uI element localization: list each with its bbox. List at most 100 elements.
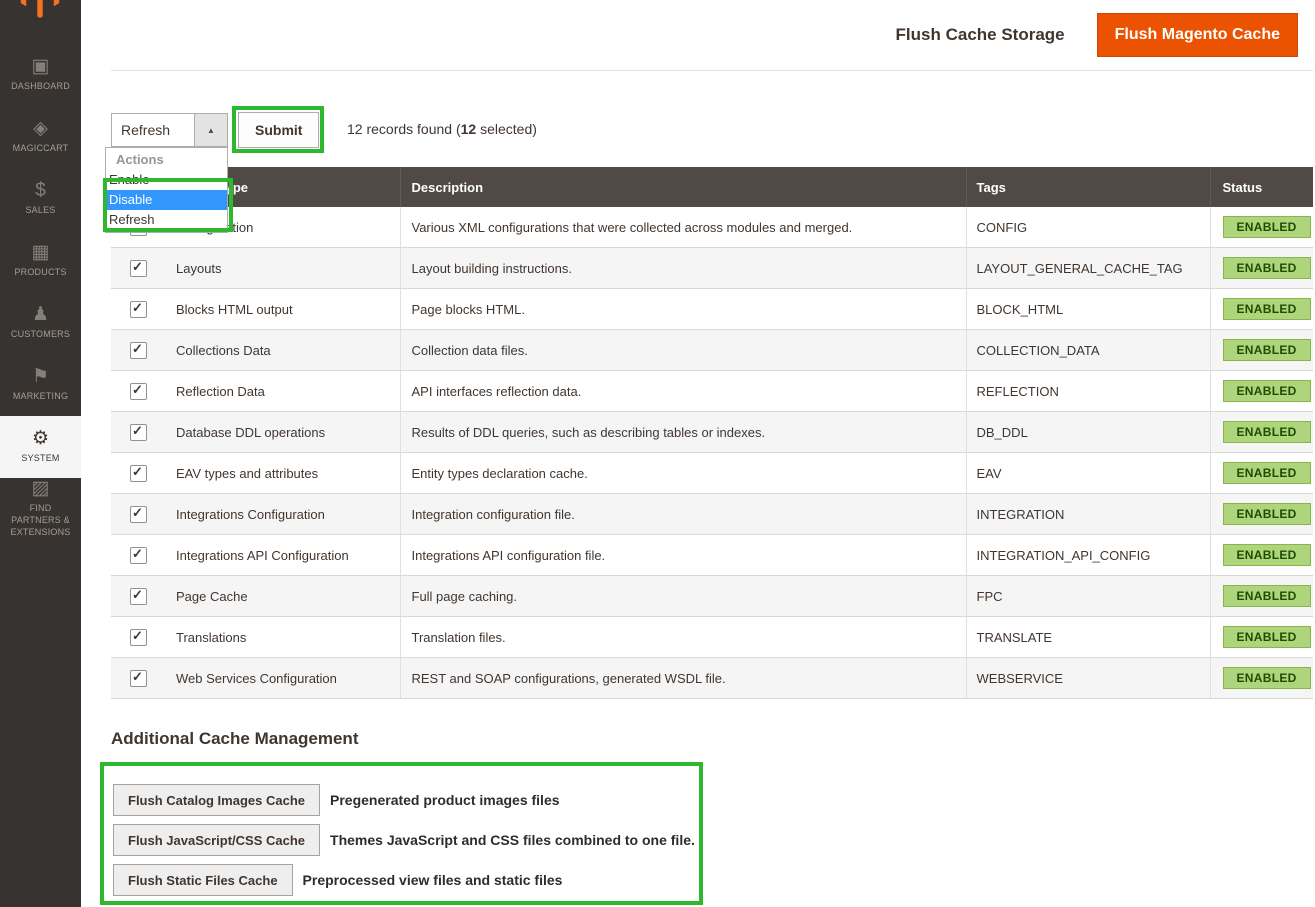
status-cell: ENABLED <box>1210 207 1313 248</box>
sidebar-item-system[interactable]: ⚙ SYSTEM <box>0 416 81 478</box>
magento-logo-icon[interactable] <box>19 0 61 18</box>
status-badge: ENABLED <box>1223 626 1311 648</box>
cache-type-cell: Database DDL operations <box>166 412 400 453</box>
description-cell: Integrations API configuration file. <box>400 535 966 576</box>
submit-button[interactable]: Submit <box>238 112 319 148</box>
cache-management-page: ▣ DASHBOARD ◈ MAGICCART $ SALES ▦ PRODUC… <box>0 0 1315 907</box>
records-selected-count: 12 <box>461 121 477 137</box>
status-badge: ENABLED <box>1223 216 1311 238</box>
status-badge: ENABLED <box>1223 667 1311 689</box>
description-cell: REST and SOAP configurations, generated … <box>400 658 966 699</box>
dashboard-icon: ▣ <box>32 57 50 76</box>
row-checkbox-checked[interactable] <box>130 547 147 564</box>
additional-cache-title: Additional Cache Management <box>111 729 358 749</box>
row-checkbox-checked[interactable] <box>130 424 147 441</box>
status-cell: ENABLED <box>1210 658 1313 699</box>
status-cell: ENABLED <box>1210 535 1313 576</box>
status-cell: ENABLED <box>1210 617 1313 658</box>
description-cell: Entity types declaration cache. <box>400 453 966 494</box>
table-row: Integrations Configuration Integration c… <box>111 494 1313 535</box>
dropdown-group-actions: Actions <box>106 150 227 170</box>
sidebar-item-find-partners[interactable]: ▨ FIND PARTNERS & EXTENSIONS <box>0 478 81 540</box>
row-checkbox-checked[interactable] <box>130 342 147 359</box>
records-suffix-text: selected) <box>476 121 537 137</box>
sidebar-item-sales[interactable]: $ SALES <box>0 168 81 230</box>
tags-cell: INTEGRATION <box>966 494 1210 535</box>
cache-type-cell: Web Services Configuration <box>166 658 400 699</box>
table-row: Web Services Configuration REST and SOAP… <box>111 658 1313 699</box>
table-row: Database DDL operations Results of DDL q… <box>111 412 1313 453</box>
dropdown-option-disable[interactable]: Disable <box>106 190 227 210</box>
flush-static-files-button[interactable]: Flush Static Files Cache <box>113 864 293 896</box>
table-row: EAV types and attributes Entity types de… <box>111 453 1313 494</box>
description-cell: Collection data files. <box>400 330 966 371</box>
cache-grid-header: Cache Type Description Tags Status <box>111 167 1313 207</box>
table-row: Translations Translation files. TRANSLAT… <box>111 617 1313 658</box>
table-row: Page Cache Full page caching. FPC ENABLE… <box>111 576 1313 617</box>
cache-type-cell: Reflection Data <box>166 371 400 412</box>
status-badge: ENABLED <box>1223 298 1311 320</box>
row-checkbox-checked[interactable] <box>130 588 147 605</box>
status-cell: ENABLED <box>1210 453 1313 494</box>
table-row: Layouts Layout building instructions. LA… <box>111 248 1313 289</box>
status-badge: ENABLED <box>1223 544 1311 566</box>
tags-cell: FPC <box>966 576 1210 617</box>
magiccart-icon: ◈ <box>33 119 48 138</box>
cache-action-row: Flush JavaScript/CSS Cache Themes JavaSc… <box>113 824 695 856</box>
row-checkbox-checked[interactable] <box>130 629 147 646</box>
products-icon: ▦ <box>32 243 50 262</box>
row-checkbox-checked[interactable] <box>130 383 147 400</box>
tags-cell: CONFIG <box>966 207 1210 248</box>
flush-javascript-css-button[interactable]: Flush JavaScript/CSS Cache <box>113 824 320 856</box>
table-row: Integrations API Configuration Integrati… <box>111 535 1313 576</box>
row-checkbox-checked[interactable] <box>130 260 147 277</box>
cache-type-cell: Collections Data <box>166 330 400 371</box>
cache-type-cell: Translations <box>166 617 400 658</box>
flush-static-files-description: Preprocessed view files and static files <box>303 872 563 888</box>
table-row: Reflection Data API interfaces reflectio… <box>111 371 1313 412</box>
status-badge: ENABLED <box>1223 380 1311 402</box>
chevron-up-icon[interactable]: ▲ <box>194 114 227 146</box>
sidebar-item-dashboard[interactable]: ▣ DASHBOARD <box>0 44 81 106</box>
tags-cell: LAYOUT_GENERAL_CACHE_TAG <box>966 248 1210 289</box>
additional-cache-actions: Flush Catalog Images Cache Pregenerated … <box>113 784 695 896</box>
status-cell: ENABLED <box>1210 494 1313 535</box>
mass-action-select[interactable]: Refresh ▲ <box>111 113 228 147</box>
sidebar-item-label: MARKETING <box>9 391 72 403</box>
dropdown-option-refresh[interactable]: Refresh <box>106 210 227 230</box>
system-icon: ⚙ <box>32 429 49 448</box>
description-cell: Translation files. <box>400 617 966 658</box>
status-cell: ENABLED <box>1210 289 1313 330</box>
flush-cache-storage-button[interactable]: Flush Cache Storage <box>896 25 1065 45</box>
sidebar-item-label: SYSTEM <box>17 453 63 465</box>
sidebar-item-magiccart[interactable]: ◈ MAGICCART <box>0 106 81 168</box>
column-header-tags: Tags <box>966 167 1210 207</box>
sidebar-item-label: FIND PARTNERS & EXTENSIONS <box>0 503 81 538</box>
tags-cell: DB_DDL <box>966 412 1210 453</box>
status-badge: ENABLED <box>1223 421 1311 443</box>
sidebar-item-marketing[interactable]: ⚑ MARKETING <box>0 354 81 416</box>
dropdown-option-enable[interactable]: Enable <box>106 170 227 190</box>
cache-grid: Cache Type Description Tags Status Confi… <box>111 167 1313 699</box>
row-checkbox-checked[interactable] <box>130 506 147 523</box>
sidebar-item-products[interactable]: ▦ PRODUCTS <box>0 230 81 292</box>
cache-type-cell: Blocks HTML output <box>166 289 400 330</box>
tags-cell: TRANSLATE <box>966 617 1210 658</box>
cache-type-cell: Layouts <box>166 248 400 289</box>
row-checkbox-checked[interactable] <box>130 465 147 482</box>
sidebar-item-customers[interactable]: ♟ CUSTOMERS <box>0 292 81 354</box>
cache-action-row: Flush Catalog Images Cache Pregenerated … <box>113 784 695 816</box>
sidebar-menu: ▣ DASHBOARD ◈ MAGICCART $ SALES ▦ PRODUC… <box>0 44 81 540</box>
sidebar: ▣ DASHBOARD ◈ MAGICCART $ SALES ▦ PRODUC… <box>0 0 81 907</box>
tags-cell: BLOCK_HTML <box>966 289 1210 330</box>
records-found-text: 12 records found ( <box>347 121 461 137</box>
column-header-description: Description <box>400 167 966 207</box>
cache-grid-body: Configuration Various XML configurations… <box>111 207 1313 699</box>
table-row: Blocks HTML output Page blocks HTML. BLO… <box>111 289 1313 330</box>
description-cell: Layout building instructions. <box>400 248 966 289</box>
status-badge: ENABLED <box>1223 585 1311 607</box>
flush-catalog-images-button[interactable]: Flush Catalog Images Cache <box>113 784 320 816</box>
row-checkbox-checked[interactable] <box>130 670 147 687</box>
row-checkbox-checked[interactable] <box>130 301 147 318</box>
flush-magento-cache-button[interactable]: Flush Magento Cache <box>1097 13 1298 57</box>
